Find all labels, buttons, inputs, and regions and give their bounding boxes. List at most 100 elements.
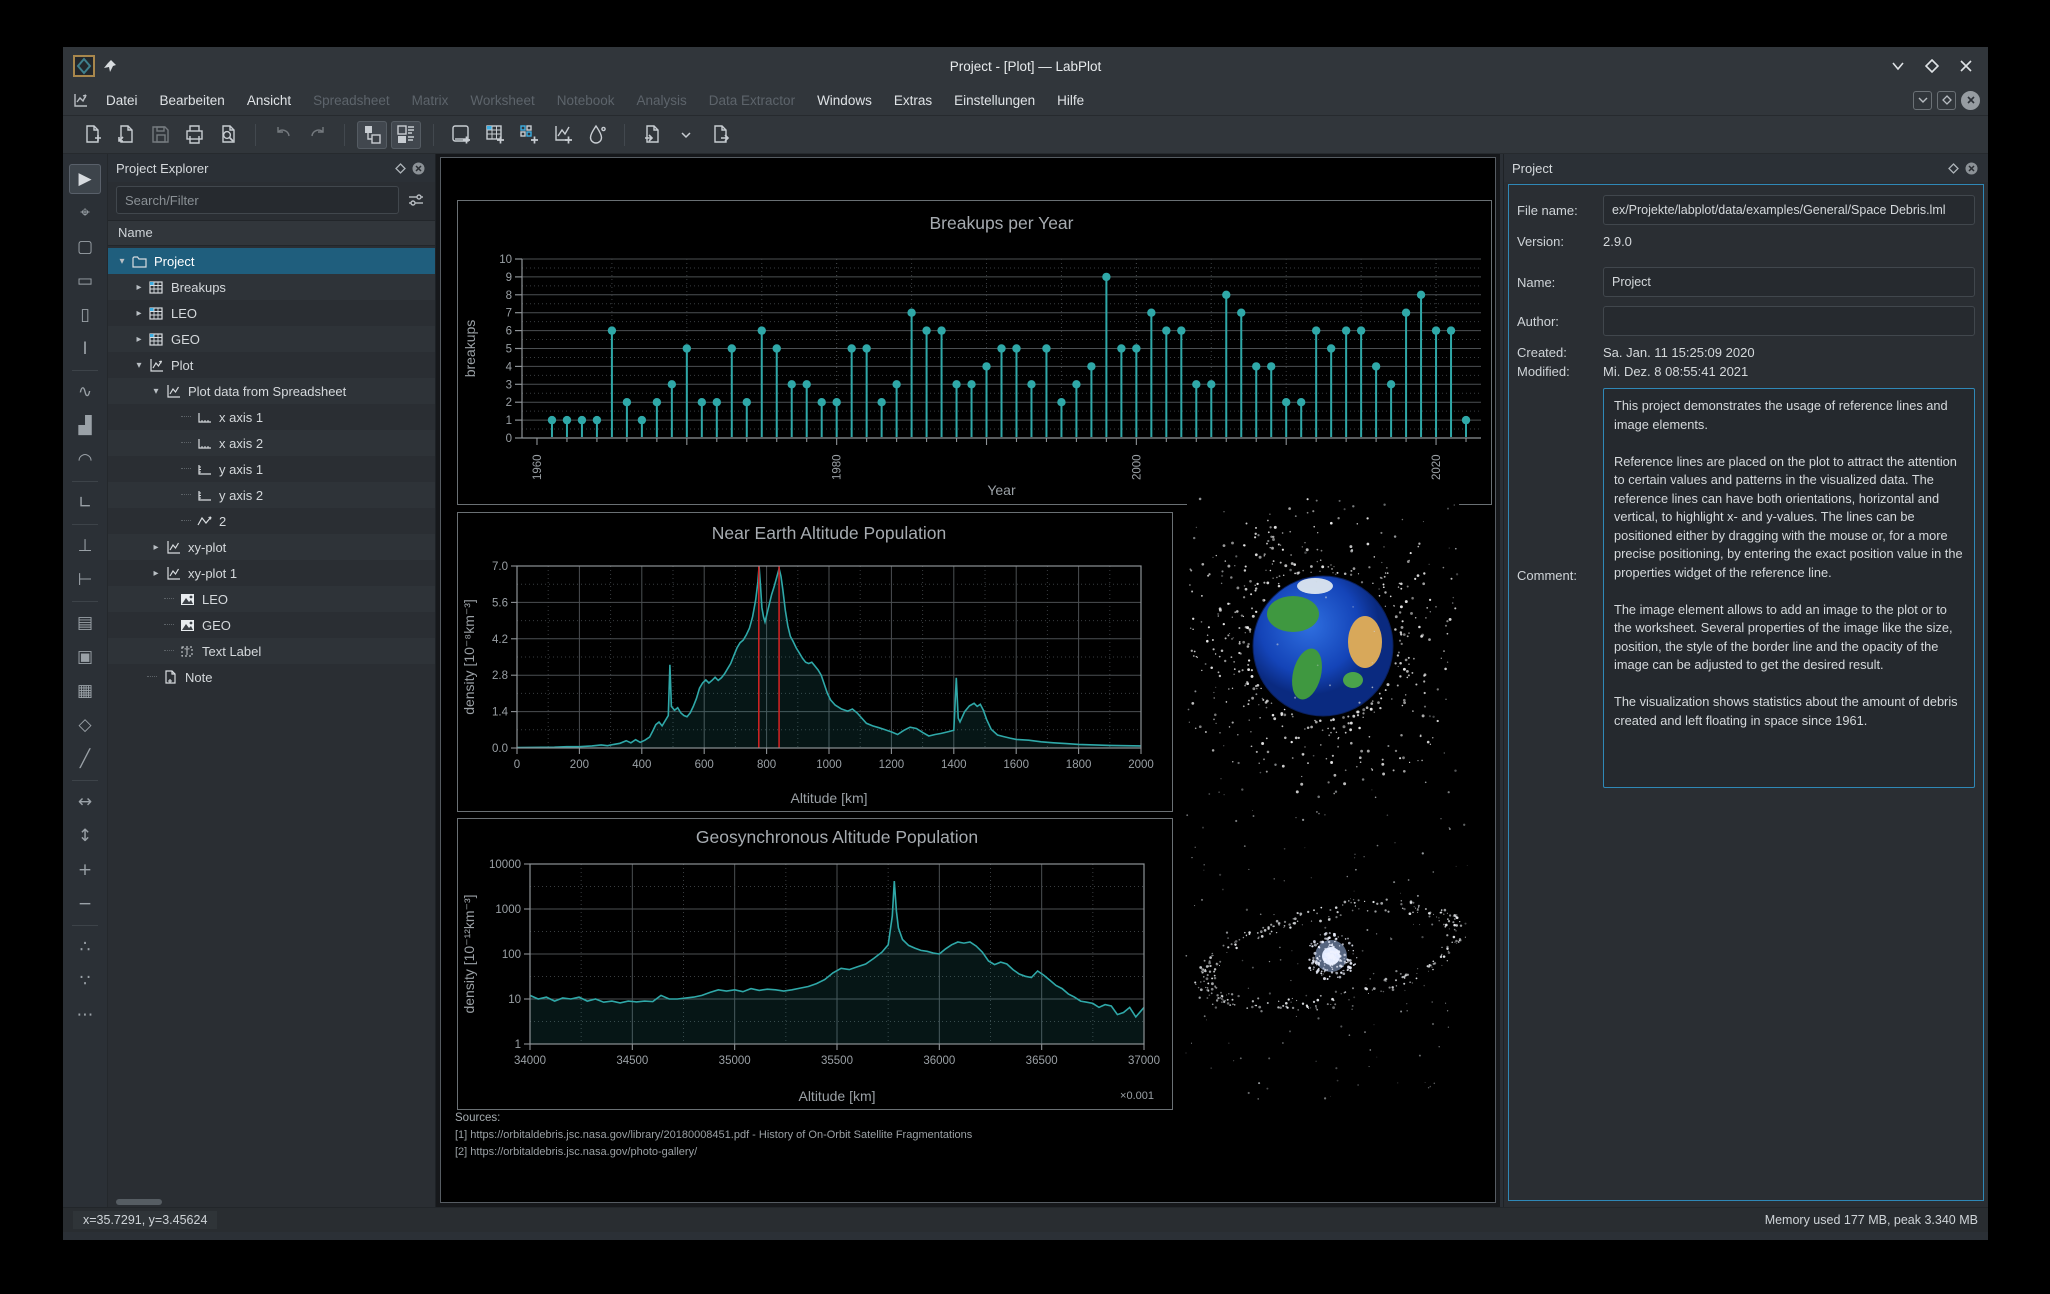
minimize-button[interactable] <box>1890 58 1906 74</box>
menu-datei[interactable]: Datei <box>95 89 149 112</box>
select-tool-button[interactable]: ▶ <box>69 164 101 194</box>
new-project-button[interactable] <box>77 121 107 149</box>
tree-item-x-axis-2[interactable]: x axis 2 <box>108 430 435 456</box>
tree-item-plot[interactable]: ▾ Plot <box>108 352 435 378</box>
print-preview-button[interactable] <box>213 121 243 149</box>
zoom-y-select-tool-button[interactable]: ▯ <box>69 300 101 330</box>
dots-a-tool-button[interactable]: ∴ <box>69 932 101 962</box>
chart-near-earth-population[interactable]: 0.0 1.4 2.8 4.2 5.6 7.0 0 200 400 600 800 1000 1200 1… <box>457 512 1173 812</box>
tree-item-y-axis-2[interactable]: y axis 2 <box>108 482 435 508</box>
tree-item-leo[interactable]: ▸ LEO <box>108 300 435 326</box>
cursor-tool-button[interactable]: I <box>69 334 101 364</box>
zoom-out-tool-button[interactable]: − <box>69 889 101 919</box>
filter-options-icon[interactable] <box>405 189 427 211</box>
mdi-close-button[interactable] <box>1961 90 1980 110</box>
new-worksheet-button[interactable] <box>548 121 578 149</box>
crosshair-tool-button[interactable]: ⌖ <box>69 198 101 228</box>
file-name-field[interactable]: ex/Projekte/labplot/data/examples/Genera… <box>1603 195 1975 225</box>
menu-hilfe[interactable]: Hilfe <box>1046 89 1095 112</box>
tree-item-x-axis-1[interactable]: x axis 1 <box>108 404 435 430</box>
import-menu-button[interactable] <box>671 121 701 149</box>
menu-extras[interactable]: Extras <box>883 89 943 112</box>
worksheet-canvas[interactable]: 0 1 2 3 4 5 6 7 8 9 10 1960 1980 2000 2020 Breakups per… <box>440 157 1496 1203</box>
dots-b-tool-button[interactable]: ∵ <box>69 966 101 996</box>
print-button[interactable] <box>179 121 209 149</box>
zoom-x-select-tool-button[interactable]: ▭ <box>69 266 101 296</box>
x-axis-tool-button[interactable]: ⊥ <box>69 531 101 561</box>
collapse-icon[interactable]: ▾ <box>114 256 130 267</box>
float-panel-icon[interactable] <box>391 159 409 177</box>
collapse-icon[interactable]: ▾ <box>148 386 164 397</box>
tree-item-project[interactable]: ▾ Project <box>108 248 435 274</box>
image-tool-button[interactable]: ▦ <box>69 676 101 706</box>
menu-einstellungen[interactable]: Einstellungen <box>943 89 1046 112</box>
menu-bearbeiten[interactable]: Bearbeiten <box>149 89 236 112</box>
float-properties-icon[interactable] <box>1944 159 1962 177</box>
tree-item-xy-plot-1[interactable]: ▸ xy-plot 1 <box>108 560 435 586</box>
toggle-properties-explorer-button[interactable] <box>391 120 421 149</box>
import-button[interactable] <box>637 121 667 149</box>
comment-field[interactable]: This project demonstrates the usage of r… <box>1603 388 1975 788</box>
horizontal-scrollbar[interactable] <box>108 1197 435 1207</box>
export-button[interactable] <box>705 121 735 149</box>
chart-geo-population[interactable]: 1 10 100 1000 10000 34000 34500 35000 35500 36000… <box>457 818 1173 1110</box>
tree-item-y-axis-1[interactable]: y axis 1 <box>108 456 435 482</box>
close-properties-icon[interactable] <box>1962 159 1980 177</box>
legend-tool-button[interactable]: ▤ <box>69 608 101 638</box>
scrollbar-thumb[interactable] <box>116 1199 162 1205</box>
more-tools-button[interactable]: ⋯ <box>69 1000 101 1030</box>
new-spreadsheet-button[interactable] <box>480 121 510 149</box>
titlebar[interactable]: Project - [Plot] — LabPlot <box>63 47 1988 85</box>
text-label-tool-button[interactable]: ▣ <box>69 642 101 672</box>
tree-item-xy-plot[interactable]: ▸ xy-plot <box>108 534 435 560</box>
expand-icon[interactable]: ▸ <box>148 542 164 553</box>
new-workbook-button[interactable] <box>446 121 476 149</box>
pin-icon[interactable] <box>103 59 117 73</box>
tree-item-geo[interactable]: GEO <box>108 612 435 638</box>
expand-icon[interactable]: ▸ <box>131 334 147 345</box>
tree-item-2[interactable]: 2 <box>108 508 435 534</box>
collapse-icon[interactable]: ▾ <box>131 360 147 371</box>
expand-icon[interactable]: ▸ <box>148 568 164 579</box>
tree-item-plot-data-from-spreadsheet[interactable]: ▾ Plot data from Spreadsheet <box>108 378 435 404</box>
tree-item-text-label[interactable]: T Text Label <box>108 638 435 664</box>
custom-point-tool-button[interactable]: ◇ <box>69 710 101 740</box>
author-field[interactable] <box>1603 306 1975 336</box>
chart-breakups-per-year[interactable]: 0 1 2 3 4 5 6 7 8 9 10 1960 1980 2000 2020 Breakups per… <box>457 200 1492 505</box>
geo-debris-image[interactable] <box>1185 808 1471 1100</box>
mdi-restore-button[interactable] <box>1937 90 1956 110</box>
menu-windows[interactable]: Windows <box>806 89 883 112</box>
toggle-project-explorer-button[interactable] <box>357 120 387 149</box>
tree-guide <box>181 416 191 418</box>
search-input[interactable] <box>116 186 399 214</box>
name-field[interactable]: Project <box>1603 267 1975 297</box>
expand-icon[interactable]: ▸ <box>131 282 147 293</box>
open-project-button[interactable] <box>111 121 141 149</box>
expand-icon[interactable]: ▸ <box>131 308 147 319</box>
tree-item-geo[interactable]: ▸ GEO <box>108 326 435 352</box>
histogram-tool-button[interactable]: ▟ <box>69 411 101 441</box>
close-button[interactable] <box>1958 58 1974 74</box>
y-axis-tool-button[interactable]: ⊢ <box>69 565 101 595</box>
zoom-in-tool-button[interactable]: + <box>69 855 101 885</box>
xy-curve-tool-button[interactable]: ∿ <box>69 377 101 407</box>
new-matrix-button[interactable] <box>514 121 544 149</box>
color-maps-button[interactable] <box>582 121 612 149</box>
mdi-minimize-button[interactable] <box>1913 90 1932 110</box>
menu-ansicht[interactable]: Ansicht <box>236 89 302 112</box>
maximize-button[interactable] <box>1924 58 1940 74</box>
leo-debris-image[interactable] <box>1187 494 1459 800</box>
tree-item-leo[interactable]: LEO <box>108 586 435 612</box>
tree-column-header[interactable]: Name <box>108 220 435 246</box>
author-label: Author: <box>1517 313 1559 329</box>
fit-tool-button[interactable]: ◠ <box>69 445 101 475</box>
sources-text-label[interactable]: Sources: [1] https://orbitaldebris.jsc.na… <box>455 1110 1355 1161</box>
shift-y-tool-button[interactable]: ↕ <box>69 821 101 851</box>
zoom-select-tool-button[interactable]: ▢ <box>69 232 101 262</box>
tree-item-note[interactable]: Note <box>108 664 435 690</box>
close-panel-icon[interactable] <box>409 159 427 177</box>
shift-x-tool-button[interactable]: ↔ <box>69 787 101 817</box>
tree-item-breakups[interactable]: ▸ Breakups <box>108 274 435 300</box>
axis-tool-button[interactable]: ∟ <box>69 488 101 518</box>
reference-line-tool-button[interactable]: ╱ <box>69 744 101 774</box>
